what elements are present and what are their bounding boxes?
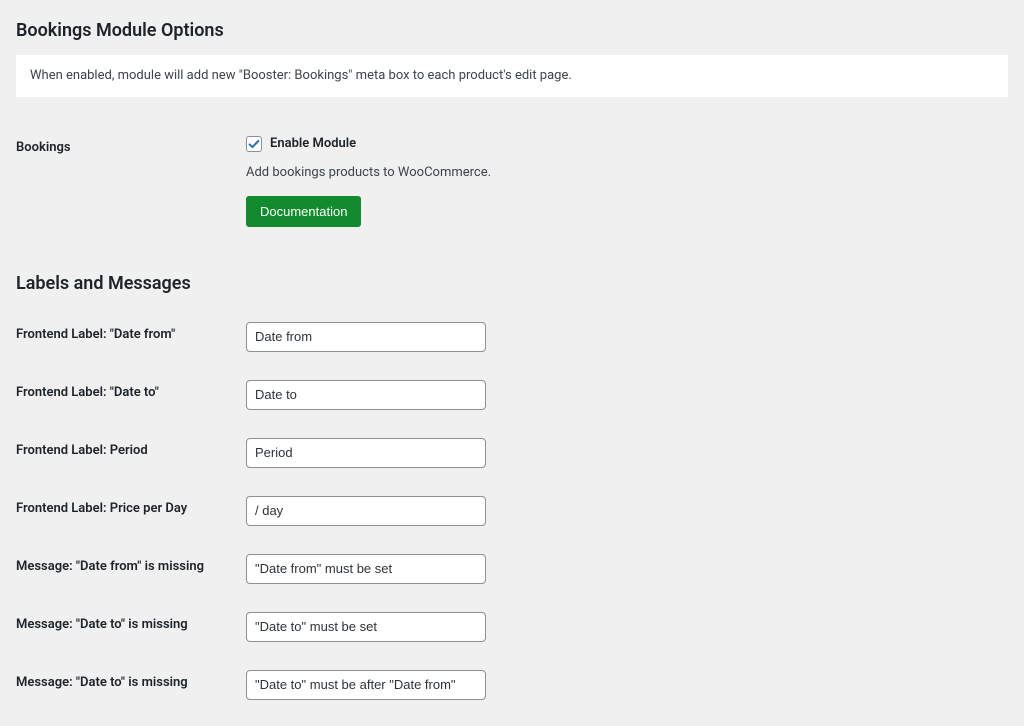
section-title-bookings-options: Bookings Module Options xyxy=(16,18,1008,43)
row-label-date-from: Frontend Label: "Date from" xyxy=(16,308,246,366)
enable-module-label: Enable Module xyxy=(270,135,356,153)
row-label-period: Frontend Label: Period xyxy=(16,424,246,482)
price-per-day-input[interactable] xyxy=(246,496,486,526)
enable-module-help: Add bookings products to WooCommerce. xyxy=(246,164,998,182)
section-title-labels-messages: Labels and Messages xyxy=(16,271,1008,296)
row-label-bookings: Bookings xyxy=(16,121,246,240)
msg-date-from-missing-input[interactable] xyxy=(246,554,486,584)
documentation-button[interactable]: Documentation xyxy=(246,196,361,227)
msg-date-to-after-input[interactable] xyxy=(246,670,486,700)
row-label-price-per-day: Frontend Label: Price per Day xyxy=(16,482,246,540)
enable-module-checkbox[interactable] xyxy=(246,136,262,152)
row-label-date-to: Frontend Label: "Date to" xyxy=(16,366,246,424)
date-to-input[interactable] xyxy=(246,380,486,410)
row-label-msg-date-to-after: Message: "Date to" is missing xyxy=(16,656,246,714)
period-input[interactable] xyxy=(246,438,486,468)
checkmark-icon xyxy=(247,137,261,151)
row-label-msg-date-to-missing: Message: "Date to" is missing xyxy=(16,598,246,656)
row-label-msg-date-from-missing: Message: "Date from" is missing xyxy=(16,540,246,598)
date-from-input[interactable] xyxy=(246,322,486,352)
msg-date-to-missing-input[interactable] xyxy=(246,612,486,642)
section-description: When enabled, module will add new "Boost… xyxy=(16,55,1008,97)
